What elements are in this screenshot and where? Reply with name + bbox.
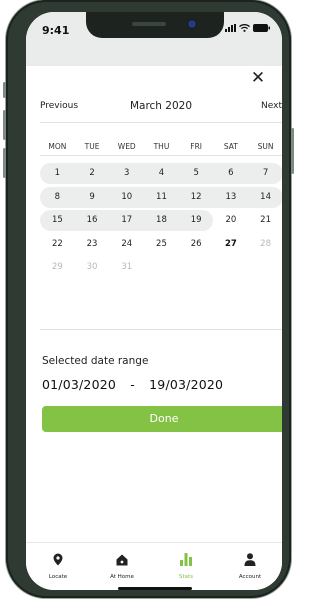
mute-switch [3,82,6,98]
week-row: 22 23 24 25 26 27 28 [40,234,282,255]
calendar-day[interactable]: 21 [248,210,282,231]
tab-label: Locate [48,574,68,580]
range-end-date: 19/03/2020 [149,377,224,392]
calendar-day[interactable]: 6 [214,163,249,184]
calendar-day[interactable]: 9 [75,187,110,208]
calendar-day-disabled: 31 [121,262,133,272]
tab-label: Account [238,574,262,580]
weekday-label: MON [48,142,67,151]
weekday-label: TUE [84,142,100,151]
month-title: March 2020 [129,100,193,112]
calendar-day[interactable]: 1 [40,163,75,184]
calendar-day[interactable]: 5 [179,163,214,184]
status-time: 9:41 [42,24,70,37]
screen: 9:41 ✕ Previous March 2020 Next MON TUE … [26,12,282,590]
tab-locate[interactable]: Locate [26,551,90,580]
calendar-day[interactable]: 7 [248,163,282,184]
power-button [291,128,294,174]
weekday-label: FRI [190,142,203,151]
calendar-day[interactable]: 22 [40,234,75,255]
calendar-day-empty [248,257,282,278]
next-month-button[interactable]: Next [261,101,282,111]
home-indicator[interactable] [118,587,192,590]
selected-range-label: Selected date range [42,355,149,367]
calendar-day-today[interactable]: 27 [214,234,249,255]
range-start-date: 01/03/2020 [42,377,117,392]
bar-chart-icon [180,553,192,566]
calendar-day[interactable]: 14 [248,187,282,208]
calendar-day-disabled: 29 [51,262,63,272]
calendar-day[interactable]: 11 [144,187,179,208]
camera [188,20,196,28]
weekday-divider [40,155,282,156]
done-button[interactable]: Done [42,406,282,432]
status-icons [225,24,270,32]
calendar-day-empty [179,257,214,278]
section-divider [40,329,282,330]
weekday-label: SAT [223,142,238,151]
phone-frame: 9:41 ✕ Previous March 2020 Next MON TUE … [3,0,294,598]
selected-range-value: 01/03/2020 - 19/03/2020 [42,377,223,392]
weekday-label: WED [117,142,136,151]
tab-label: Stats [178,574,194,580]
location-pin-icon [53,553,63,566]
close-icon[interactable]: ✕ [250,70,266,87]
wifi-icon [239,24,250,32]
volume-down-button [3,148,6,178]
calendar-day[interactable]: 3 [109,163,144,184]
calendar-day[interactable]: 26 [179,234,214,255]
status-bar: 9:41 [26,12,282,66]
weekday-label: THU [153,142,170,151]
house-icon [116,554,128,566]
week-row: 8 9 10 11 12 13 14 [40,186,282,208]
calendar-day-disabled: 30 [86,262,98,272]
calendar-day-disabled: 28 [260,238,271,249]
calendar-day[interactable]: 23 [75,234,110,255]
tab-stats[interactable]: Stats [154,551,218,580]
tab-label: At Home [110,574,134,580]
calendar-day[interactable]: 8 [40,187,75,208]
calendar-header: Previous March 2020 Next [40,100,282,116]
calendar-day[interactable]: 13 [214,187,249,208]
tab-at-home[interactable]: At Home [90,551,154,580]
header-divider [40,122,282,123]
notch [86,12,224,38]
week-row: 15 16 17 18 19 20 21 [40,210,282,231]
week-row: 1 2 3 4 5 6 7 [40,163,282,184]
tab-bar: Locate At Home Stats Account [26,542,282,590]
weekday-label: SUN [257,142,274,151]
calendar-day[interactable]: 25 [144,234,179,255]
calendar-day[interactable]: 15 [40,210,75,231]
calendar-day-empty [214,257,249,278]
calendar-day[interactable]: 10 [109,187,144,208]
calendar-day[interactable]: 24 [109,234,144,255]
volume-up-button [3,110,6,140]
weekday-row: MON TUE WED THU FRI SAT SUN [40,142,282,151]
speaker [132,22,166,26]
calendar-day[interactable]: 19 [179,210,214,231]
calendar-day[interactable]: 16 [75,210,110,231]
calendar-day-empty [144,257,179,278]
signal-icon [225,24,236,32]
calendar-day[interactable]: 2 [75,163,110,184]
calendar-day[interactable]: 20 [214,210,249,231]
week-row: 29 30 31 [40,257,282,278]
calendar-day[interactable]: 17 [109,210,144,231]
range-separator: - [130,377,135,392]
calendar-grid: 1 2 3 4 5 6 7 8 9 10 11 12 13 14 15 16 1… [40,163,282,281]
calendar-day[interactable]: 12 [179,187,214,208]
calendar-day[interactable]: 4 [144,163,179,184]
calendar-day[interactable]: 18 [144,210,179,231]
battery-icon [253,24,270,32]
tab-account[interactable]: Account [218,551,282,580]
person-icon [244,553,256,566]
